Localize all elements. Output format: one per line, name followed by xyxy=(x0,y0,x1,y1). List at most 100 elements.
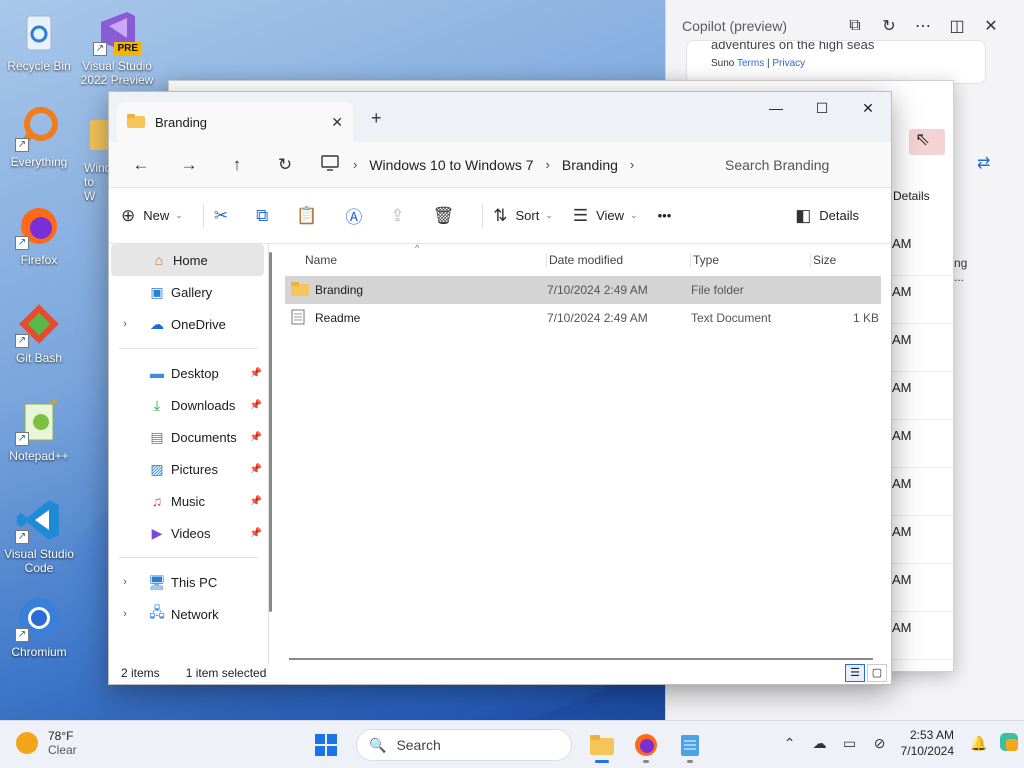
terms-link[interactable]: Terms xyxy=(737,58,764,69)
dock-icon[interactable]: ◫ xyxy=(940,16,974,36)
breadcrumb-item[interactable]: Windows 10 to Windows 7 xyxy=(369,157,533,173)
details-pane-button[interactable]: ◧ Details xyxy=(795,206,859,226)
weather-widget[interactable]: 78°F Clear xyxy=(16,729,77,757)
sort-button[interactable]: ⇅ Sort ⌄ xyxy=(493,206,553,226)
up-arrow-icon[interactable]: ↑ xyxy=(213,155,261,175)
sidebar-item-gallery[interactable]: ▣ Gallery xyxy=(109,276,268,308)
chevron-right-icon[interactable]: › xyxy=(117,576,133,588)
desktop-icon-notepad-plus-plus[interactable]: ↗ Notepad++ xyxy=(1,398,77,463)
share-button[interactable]: ⇪ xyxy=(390,206,412,226)
desktop-icon-visual-studio-2022[interactable]: ↗ PRE Visual Studio 2022 Preview xyxy=(79,8,155,87)
scissors-icon: ✂ xyxy=(213,205,229,225)
chevron-right-icon[interactable]: › xyxy=(353,157,357,172)
clock[interactable]: 2:53 AM 7/10/2024 xyxy=(901,727,954,759)
close-icon[interactable]: ✕ xyxy=(974,16,1008,36)
sidebar-item-home[interactable]: ⌂ Home xyxy=(111,244,264,276)
close-button[interactable]: ✕ xyxy=(845,92,891,124)
refresh-icon[interactable]: ↻ xyxy=(872,16,906,36)
search-input[interactable]: Search Branding xyxy=(711,149,883,181)
minimize-button[interactable]: — xyxy=(753,92,799,124)
network-status-icon[interactable]: ⊘ xyxy=(865,735,895,752)
delete-button[interactable]: 🗑 xyxy=(433,206,463,226)
pin-icon[interactable]: 📌 xyxy=(250,432,262,443)
desktop-icon-git-bash[interactable]: ↗ Git Bash xyxy=(1,300,77,365)
taskbar-file-explorer[interactable] xyxy=(584,727,620,763)
sidebar-item-music[interactable]: ♫ Music 📌 xyxy=(109,485,268,517)
forward-arrow-icon[interactable]: → xyxy=(165,155,213,175)
pin-icon[interactable]: 📌 xyxy=(250,496,262,507)
more-options-button[interactable]: ••• xyxy=(658,208,672,223)
pin-icon[interactable]: 📌 xyxy=(250,368,262,379)
sidebar-item-pictures[interactable]: ▨ Pictures 📌 xyxy=(109,453,268,485)
sidebar-item-network[interactable]: › 🖧 Network xyxy=(109,598,268,630)
tab-branding[interactable]: Branding ✕ xyxy=(117,102,353,142)
file-row[interactable]: Branding 7/10/2024 2:49 AM File folder xyxy=(285,276,881,304)
new-tab-button[interactable]: + xyxy=(371,108,382,129)
maximize-button[interactable]: ☐ xyxy=(799,92,845,124)
sidebar-item-label: Documents xyxy=(171,429,237,445)
desktop-icon-windows-folder[interactable]: Wind to W xyxy=(68,110,108,203)
breadcrumb-item[interactable]: Branding xyxy=(562,157,618,173)
back-arrow-icon[interactable]: ← xyxy=(117,155,165,175)
start-button[interactable] xyxy=(308,727,344,763)
new-button[interactable]: ⊕ New ⌄ xyxy=(121,206,183,226)
sidebar-item-videos[interactable]: ▶ Videos 📌 xyxy=(109,517,268,549)
shortcut-arrow-icon: ↗ xyxy=(15,236,29,250)
pin-icon[interactable]: 📌 xyxy=(250,400,262,411)
copilot-icon[interactable] xyxy=(994,731,1024,756)
close-tab-icon[interactable]: ✕ xyxy=(331,114,343,131)
sidebar-item-label: This PC xyxy=(171,574,218,590)
column-date-modified[interactable]: Date modified xyxy=(547,253,691,267)
windows-logo-icon xyxy=(315,734,337,756)
tiles-view-icon[interactable]: ▢ xyxy=(867,664,887,682)
desktop-icon-everything[interactable]: ↗ Everything xyxy=(1,104,77,169)
taskbar-notepad[interactable] xyxy=(672,727,708,763)
taskbar-firefox[interactable] xyxy=(628,727,664,763)
pin-icon[interactable]: 📌 xyxy=(250,528,262,539)
file-type: File folder xyxy=(691,283,744,297)
sidebar-item-downloads[interactable]: ⤓ Downloads 📌 xyxy=(109,389,268,421)
desktop-icon-chromium[interactable]: ↗ Chromium xyxy=(1,594,77,659)
privacy-link[interactable]: Privacy xyxy=(772,58,805,69)
chevron-right-icon[interactable]: › xyxy=(117,608,133,620)
pin-icon[interactable]: 📌 xyxy=(250,464,262,475)
column-name[interactable]: Name ^ xyxy=(303,243,547,267)
paste-button[interactable]: 📋 xyxy=(296,206,325,226)
chevron-right-icon[interactable]: › xyxy=(117,318,133,330)
sidebar-item-desktop[interactable]: ▬ Desktop 📌 xyxy=(109,357,268,389)
chevron-right-icon[interactable]: › xyxy=(546,157,550,172)
chevron-down-icon: ⌄ xyxy=(545,210,553,220)
details-view-icon[interactable]: ☰ xyxy=(845,664,865,682)
desktop-icon-vscode[interactable]: ↗ Visual Studio Code xyxy=(1,496,77,575)
horizontal-scrollbar[interactable] xyxy=(289,658,873,660)
file-row[interactable]: Readme 7/10/2024 2:49 AM Text Document 1… xyxy=(285,304,881,332)
refresh-icon[interactable]: ↻ xyxy=(261,155,309,175)
rename-button[interactable]: Ⓐ xyxy=(345,203,370,228)
more-options-icon[interactable]: ⋯ xyxy=(906,16,940,36)
column-size[interactable]: Size xyxy=(811,253,891,267)
display-icon[interactable]: ▭ xyxy=(835,735,865,752)
ghost-row-time: AM xyxy=(888,324,954,372)
notification-bell-icon[interactable]: 🔔 xyxy=(964,735,994,752)
chevron-right-icon[interactable]: › xyxy=(630,157,634,172)
sidebar-item-onedrive[interactable]: › ☁ OneDrive xyxy=(109,308,268,340)
file-date: 7/10/2024 2:49 AM xyxy=(547,311,648,325)
cut-button[interactable]: ✂ xyxy=(214,206,236,226)
sidebar-item-label: Pictures xyxy=(171,461,218,477)
column-type[interactable]: Type xyxy=(691,253,811,267)
rename-icon: Ⓐ xyxy=(345,208,363,227)
sidebar-item-this-pc[interactable]: › 🖥 This PC xyxy=(109,566,268,598)
open-external-icon[interactable]: ⧉ xyxy=(838,17,872,35)
address-bar[interactable]: › Windows 10 to Windows 7 › Branding › xyxy=(313,149,689,181)
view-button[interactable]: ☰ View ⌄ xyxy=(573,206,638,226)
navigation-bar: ← → ↑ ↻ › Windows 10 to Windows 7 › Bran… xyxy=(109,142,891,188)
chevron-up-icon[interactable]: ⌃ xyxy=(775,735,805,752)
taskbar-apps: 🔍 Search xyxy=(304,727,712,763)
desktop-icon-recycle-bin[interactable]: Recycle Bin xyxy=(1,8,77,73)
cloud-offline-icon[interactable]: ☁ xyxy=(805,735,835,752)
sidebar-item-documents[interactable]: ▤ Documents 📌 xyxy=(109,421,268,453)
copy-button[interactable]: ⧉ xyxy=(256,206,276,226)
desktop-icon-firefox[interactable]: ↗ Firefox xyxy=(1,202,77,267)
taskbar-search[interactable]: 🔍 Search xyxy=(356,729,572,761)
recycle-bin-icon xyxy=(15,8,63,56)
